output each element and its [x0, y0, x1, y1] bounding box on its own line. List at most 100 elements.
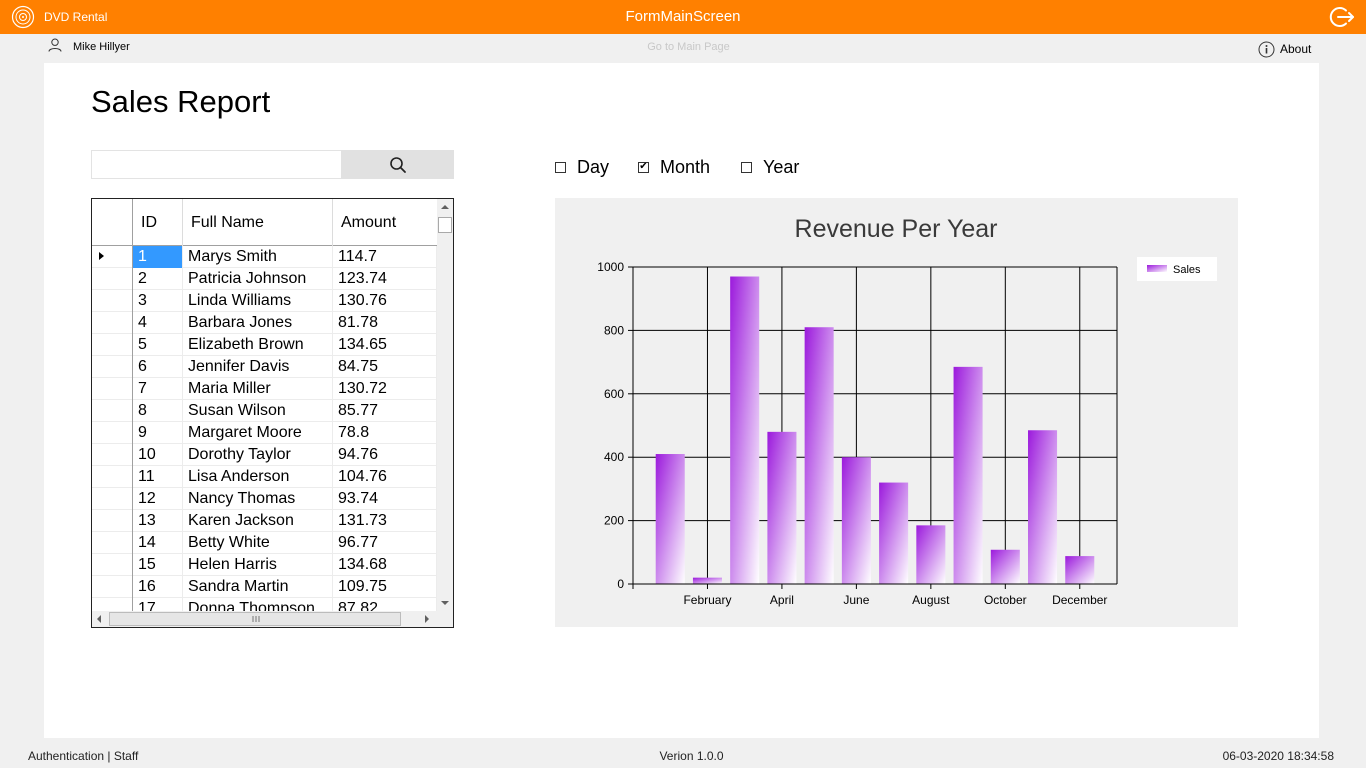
cell-amount[interactable]: 87.82: [333, 598, 437, 611]
cell-amount[interactable]: 78.8: [333, 422, 437, 444]
cell-full-name[interactable]: Betty White: [183, 532, 333, 554]
column-header-full-name[interactable]: Full Name: [183, 199, 333, 246]
cell-full-name[interactable]: Sandra Martin: [183, 576, 333, 598]
row-header[interactable]: [92, 444, 133, 466]
cell-full-name[interactable]: Patricia Johnson: [183, 268, 333, 290]
row-header[interactable]: [92, 378, 133, 400]
row-header[interactable]: [92, 312, 133, 334]
cell-amount[interactable]: 134.65: [333, 334, 437, 356]
table-row[interactable]: 9 Margaret Moore 78.8: [92, 422, 437, 444]
cell-amount[interactable]: 114.7: [333, 246, 437, 268]
vertical-scrollbar[interactable]: [437, 199, 453, 611]
cell-amount[interactable]: 93.74: [333, 488, 437, 510]
cell-full-name[interactable]: Lisa Anderson: [183, 466, 333, 488]
cell-full-name[interactable]: Karen Jackson: [183, 510, 333, 532]
cell-id[interactable]: 8: [133, 400, 183, 422]
scroll-up-arrow-icon[interactable]: [441, 205, 449, 209]
cell-amount[interactable]: 94.76: [333, 444, 437, 466]
cell-amount[interactable]: 134.68: [333, 554, 437, 576]
cell-full-name[interactable]: Helen Harris: [183, 554, 333, 576]
day-checkbox[interactable]: [555, 161, 566, 173]
table-row[interactable]: 10 Dorothy Taylor 94.76: [92, 444, 437, 466]
row-header[interactable]: [92, 334, 133, 356]
column-header-amount[interactable]: Amount: [333, 199, 437, 246]
cell-amount[interactable]: 130.72: [333, 378, 437, 400]
cell-id[interactable]: 17: [133, 598, 183, 611]
cell-id[interactable]: 13: [133, 510, 183, 532]
horizontal-scrollbar[interactable]: [92, 611, 453, 627]
logout-icon[interactable]: [1329, 5, 1355, 29]
year-checkbox[interactable]: [741, 161, 752, 173]
cell-amount[interactable]: 131.73: [333, 510, 437, 532]
table-row[interactable]: 17 Donna Thompson 87.82: [92, 598, 437, 611]
table-row[interactable]: 1 Marys Smith 114.7: [92, 246, 437, 268]
row-header[interactable]: [92, 510, 133, 532]
month-checkbox[interactable]: ✔: [638, 161, 649, 173]
cell-amount[interactable]: 130.76: [333, 290, 437, 312]
row-header[interactable]: [92, 400, 133, 422]
cell-full-name[interactable]: Dorothy Taylor: [183, 444, 333, 466]
period-option-year[interactable]: Year: [741, 156, 799, 178]
cell-amount[interactable]: 81.78: [333, 312, 437, 334]
row-header[interactable]: [92, 290, 133, 312]
table-row[interactable]: 8 Susan Wilson 85.77: [92, 400, 437, 422]
cell-amount[interactable]: 104.76: [333, 466, 437, 488]
cell-full-name[interactable]: Donna Thompson: [183, 598, 333, 611]
cell-id[interactable]: 9: [133, 422, 183, 444]
cell-full-name[interactable]: Elizabeth Brown: [183, 334, 333, 356]
row-header[interactable]: [92, 246, 133, 268]
cell-id[interactable]: 5: [133, 334, 183, 356]
cell-amount[interactable]: 85.77: [333, 400, 437, 422]
row-header[interactable]: [92, 268, 133, 290]
cell-full-name[interactable]: Jennifer Davis: [183, 356, 333, 378]
cell-full-name[interactable]: Nancy Thomas: [183, 488, 333, 510]
period-option-month[interactable]: ✔ Month: [638, 156, 710, 178]
cell-id[interactable]: 3: [133, 290, 183, 312]
cell-id[interactable]: 2: [133, 268, 183, 290]
table-row[interactable]: 2 Patricia Johnson 123.74: [92, 268, 437, 290]
table-row[interactable]: 15 Helen Harris 134.68: [92, 554, 437, 576]
table-row[interactable]: 14 Betty White 96.77: [92, 532, 437, 554]
table-row[interactable]: 13 Karen Jackson 131.73: [92, 510, 437, 532]
cell-id[interactable]: 11: [133, 466, 183, 488]
scroll-right-arrow-icon[interactable]: [425, 615, 429, 623]
horizontal-scroll-thumb[interactable]: [109, 612, 401, 626]
cell-id[interactable]: 16: [133, 576, 183, 598]
cell-full-name[interactable]: Maria Miller: [183, 378, 333, 400]
cell-id[interactable]: 10: [133, 444, 183, 466]
row-header[interactable]: [92, 554, 133, 576]
cell-full-name[interactable]: Margaret Moore: [183, 422, 333, 444]
cell-id[interactable]: 4: [133, 312, 183, 334]
cell-full-name[interactable]: Linda Williams: [183, 290, 333, 312]
row-header[interactable]: [92, 488, 133, 510]
table-row[interactable]: 7 Maria Miller 130.72: [92, 378, 437, 400]
scroll-left-arrow-icon[interactable]: [97, 615, 101, 623]
row-header[interactable]: [92, 466, 133, 488]
vertical-scroll-thumb[interactable]: [438, 217, 452, 233]
cell-amount[interactable]: 123.74: [333, 268, 437, 290]
row-header[interactable]: [92, 532, 133, 554]
row-header[interactable]: [92, 422, 133, 444]
scroll-down-arrow-icon[interactable]: [441, 601, 449, 605]
sales-grid[interactable]: ID Full Name Amount 1 Marys Smith 114.7 2 Pa…: [91, 198, 454, 628]
cell-id[interactable]: 6: [133, 356, 183, 378]
search-input[interactable]: [91, 150, 342, 179]
cell-amount[interactable]: 96.77: [333, 532, 437, 554]
table-row[interactable]: 6 Jennifer Davis 84.75: [92, 356, 437, 378]
cell-id[interactable]: 12: [133, 488, 183, 510]
table-row[interactable]: 16 Sandra Martin 109.75: [92, 576, 437, 598]
cell-full-name[interactable]: Barbara Jones: [183, 312, 333, 334]
search-button[interactable]: [341, 150, 454, 179]
period-option-day[interactable]: Day: [555, 156, 609, 178]
cell-full-name[interactable]: Susan Wilson: [183, 400, 333, 422]
about-button[interactable]: About: [1258, 40, 1311, 58]
table-row[interactable]: 4 Barbara Jones 81.78: [92, 312, 437, 334]
cell-id[interactable]: 15: [133, 554, 183, 576]
row-header[interactable]: [92, 356, 133, 378]
column-header-id[interactable]: ID: [133, 199, 183, 246]
table-row[interactable]: 11 Lisa Anderson 104.76: [92, 466, 437, 488]
cell-amount[interactable]: 84.75: [333, 356, 437, 378]
cell-full-name[interactable]: Marys Smith: [183, 246, 333, 268]
row-header[interactable]: [92, 598, 133, 611]
row-header[interactable]: [92, 576, 133, 598]
